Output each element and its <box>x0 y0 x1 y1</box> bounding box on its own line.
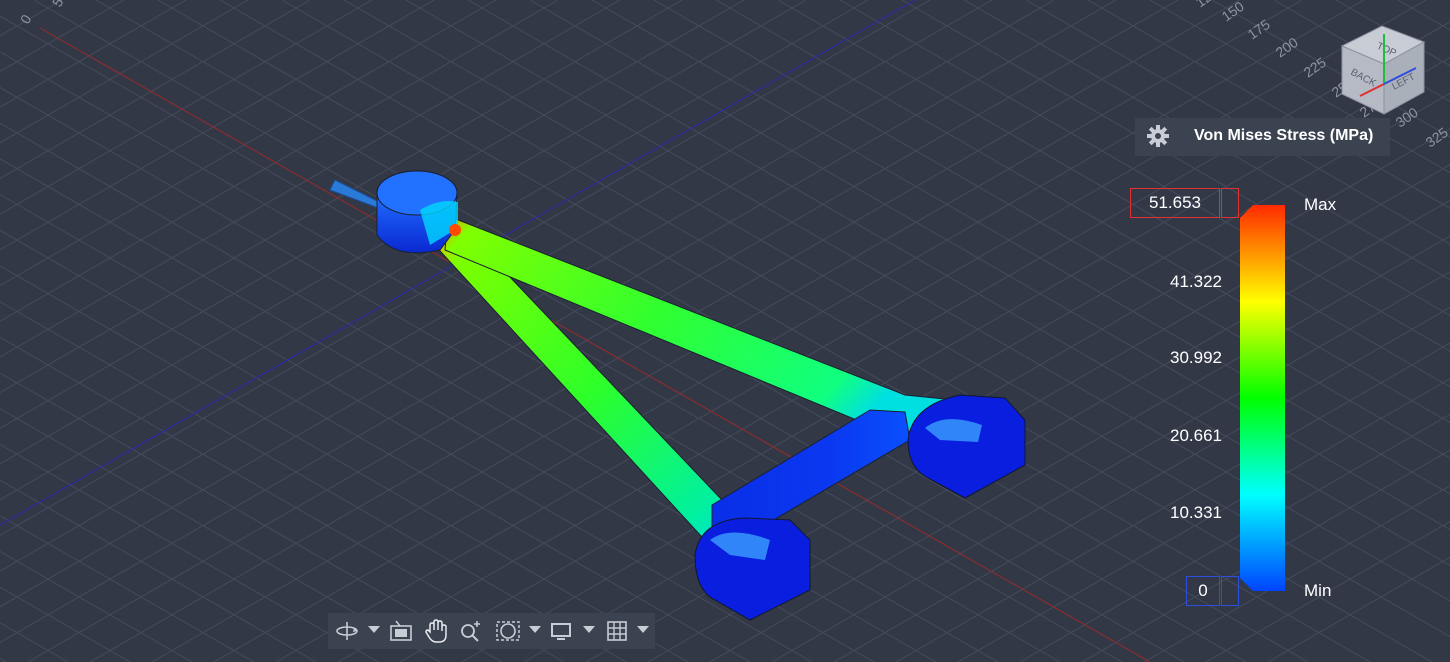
navigation-toolbar <box>328 613 655 649</box>
grid-icon[interactable] <box>604 618 630 644</box>
gear-icon[interactable] <box>1146 124 1170 148</box>
legend-tick: 10.331 <box>1170 503 1222 522</box>
fit-dropdown-arrow[interactable] <box>529 626 541 633</box>
legend-title: Von Mises Stress (MPa) <box>1194 127 1374 144</box>
legend-tick: 30.992 <box>1170 348 1222 367</box>
legend-tick: 41.322 <box>1170 272 1222 291</box>
display-settings-icon[interactable] <box>548 618 574 644</box>
legend-max-input[interactable]: 51.653 <box>1130 188 1220 218</box>
legend-tick: 20.661 <box>1170 426 1222 445</box>
view-cube[interactable]: TOP BACK LEFT <box>1330 24 1440 124</box>
legend-max-handle[interactable] <box>1221 188 1239 218</box>
legend-max-label: Max <box>1304 195 1337 214</box>
rear-bracket <box>907 394 1026 499</box>
zoom-icon[interactable] <box>458 618 484 644</box>
orbit-dropdown-arrow[interactable] <box>368 626 380 633</box>
axis-tick-label: 325 <box>1423 124 1450 151</box>
cross-tube <box>711 409 911 531</box>
legend-colorbar <box>1240 205 1285 591</box>
fit-window-icon[interactable] <box>495 618 521 644</box>
axis-tick-label: 125 <box>1193 0 1221 10</box>
legend-min-label: Min <box>1304 581 1332 600</box>
look-at-icon[interactable] <box>388 618 414 644</box>
axis-tick-label: 175 <box>1245 16 1273 43</box>
legend-min-input[interactable]: 0 <box>1186 576 1220 606</box>
legend-min-handle[interactable] <box>1221 576 1239 606</box>
viewport-3d[interactable]: 0 50 125 150 175 200 225 250 275 300 325 <box>0 0 1450 662</box>
display-dropdown-arrow[interactable] <box>583 626 595 633</box>
axis-tick-label: 50 <box>49 0 71 10</box>
orbit-icon[interactable] <box>334 618 360 644</box>
grid-dropdown-arrow[interactable] <box>637 626 649 633</box>
pan-hand-icon[interactable] <box>423 618 449 644</box>
axis-tick-label: 150 <box>1219 0 1247 24</box>
